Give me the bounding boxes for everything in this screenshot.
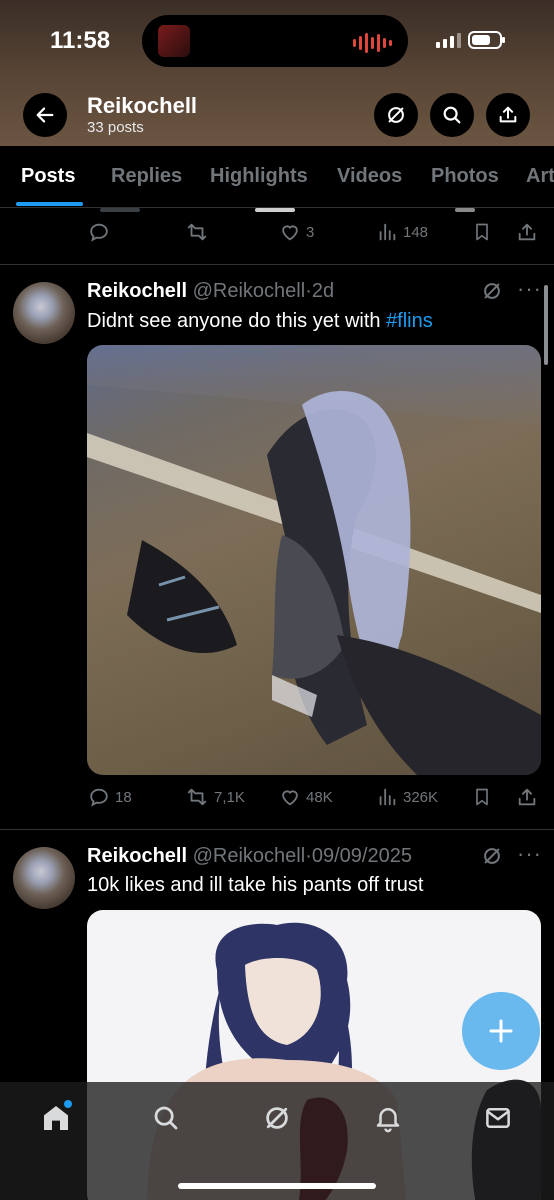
profile-tabs: Posts Replies Highlights Videos Photos A…	[0, 146, 554, 208]
reply-button[interactable]	[88, 221, 110, 243]
share-post-button[interactable]	[516, 221, 538, 243]
views-icon	[379, 788, 396, 806]
post-header: Reikochell @Reikochell·09/09/2025	[87, 845, 412, 868]
cellular-signal-icon	[436, 33, 461, 48]
post-divider	[0, 829, 554, 830]
views-button[interactable]: 148	[376, 221, 428, 243]
mail-icon	[486, 1108, 510, 1128]
bell-icon	[376, 1108, 400, 1133]
post-body: Didnt see anyone do this yet with	[87, 310, 387, 332]
post-time: 2d	[311, 280, 335, 302]
previous-post-actions: 3 148	[0, 221, 554, 251]
back-button[interactable]	[23, 93, 67, 137]
tab-replies[interactable]: Replies	[111, 165, 182, 188]
bookmark-icon	[476, 788, 488, 806]
like-button[interactable]: 48K	[279, 786, 333, 808]
profile-header: 11:58 Reikochell 33 posts	[0, 0, 554, 146]
post-divider	[0, 264, 554, 265]
scrollbar[interactable]	[544, 285, 548, 365]
grok-icon	[266, 1107, 288, 1129]
post-header: Reikochell @Reikochell·2d	[87, 280, 334, 303]
bookmark-button[interactable]	[472, 221, 492, 243]
search-icon	[154, 1106, 178, 1130]
repost-button[interactable]	[185, 221, 209, 243]
meta-separator: ·	[305, 280, 312, 302]
share-post-button[interactable]	[516, 786, 538, 808]
tab-articles[interactable]: Art	[526, 165, 554, 188]
author-name[interactable]: Reikochell	[87, 845, 187, 867]
unread-indicator	[64, 1100, 72, 1108]
search-button[interactable]	[430, 93, 474, 137]
grok-icon[interactable]	[481, 845, 503, 867]
nav-messages[interactable]	[482, 1102, 514, 1134]
author-name[interactable]: Reikochell	[87, 280, 187, 302]
post-image[interactable]	[87, 345, 541, 775]
meta-separator: ·	[305, 845, 312, 867]
grok-icon[interactable]	[481, 280, 503, 302]
like-count: 3	[306, 223, 315, 241]
tab-videos[interactable]: Videos	[337, 165, 402, 188]
more-options-icon[interactable]: ···	[517, 276, 542, 302]
heart-icon	[282, 790, 298, 806]
plus-icon	[489, 1019, 513, 1043]
heart-icon	[282, 225, 298, 241]
avatar[interactable]	[13, 282, 75, 344]
views-count: 326K	[403, 788, 439, 806]
tab-photos[interactable]: Photos	[431, 165, 499, 188]
share-icon	[499, 106, 517, 123]
author-handle[interactable]: @Reikochell	[193, 845, 306, 867]
share-icon	[518, 223, 536, 241]
previous-post-media-edge	[0, 208, 554, 214]
avatar[interactable]	[13, 847, 75, 909]
repost-icon	[187, 223, 207, 241]
profile-name: Reikochell	[87, 93, 198, 118]
hashtag-link[interactable]: #flins	[386, 310, 433, 332]
repost-count: 7,1K	[214, 788, 245, 806]
arrow-left-icon	[36, 107, 54, 123]
repost-button[interactable]: 7,1K	[185, 786, 245, 808]
compose-button[interactable]	[462, 992, 540, 1070]
views-count: 148	[403, 223, 429, 241]
search-icon	[443, 106, 461, 124]
status-time: 11:58	[50, 27, 111, 54]
repost-icon	[187, 788, 207, 806]
post-text: Didnt see anyone do this yet with #flins	[87, 310, 433, 333]
more-options-icon[interactable]: ···	[517, 841, 542, 867]
home-indicator[interactable]	[178, 1183, 376, 1189]
post-actions: 18 7,1K 48K 326K	[0, 786, 554, 816]
post-text: 10k likes and ill take his pants off tru…	[87, 874, 424, 896]
author-handle[interactable]: @Reikochell	[193, 280, 306, 302]
nav-grok[interactable]	[261, 1102, 293, 1134]
bookmark-button[interactable]	[472, 786, 492, 808]
bookmark-icon	[476, 223, 488, 241]
post-count: 33 posts	[87, 119, 144, 136]
battery-icon	[468, 31, 505, 49]
grok-icon	[388, 107, 404, 123]
tab-posts[interactable]: Posts	[21, 165, 75, 188]
views-button[interactable]: 326K	[376, 786, 438, 808]
reply-icon	[90, 788, 108, 807]
share-icon	[518, 788, 536, 806]
views-icon	[379, 223, 396, 241]
share-button[interactable]	[486, 93, 530, 137]
post-time: 09/09/2025	[311, 845, 412, 867]
like-button[interactable]: 3	[279, 221, 314, 243]
audio-wave-icon	[353, 33, 392, 53]
active-tab-indicator	[16, 202, 83, 206]
tab-highlights[interactable]: Highlights	[210, 165, 308, 188]
now-playing-thumbnail	[158, 25, 190, 57]
reply-button[interactable]: 18	[88, 786, 132, 808]
reply-icon	[90, 223, 108, 242]
dynamic-island	[142, 15, 408, 67]
grok-button[interactable]	[374, 93, 418, 137]
reply-count: 18	[115, 788, 132, 806]
artwork-illustration	[87, 345, 541, 775]
like-count: 48K	[306, 788, 333, 806]
nav-search[interactable]	[150, 1102, 182, 1134]
nav-notifications[interactable]	[372, 1102, 404, 1134]
